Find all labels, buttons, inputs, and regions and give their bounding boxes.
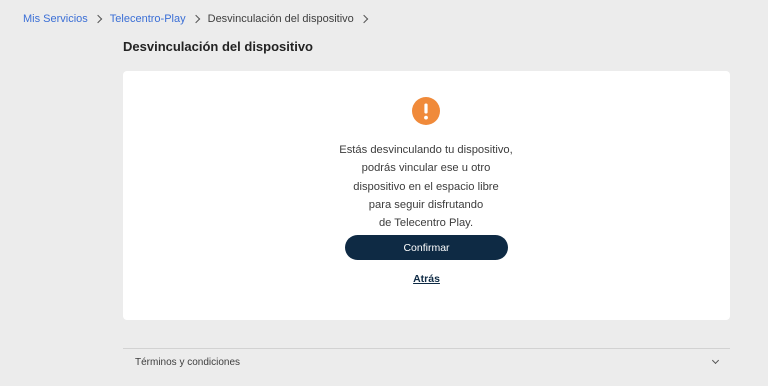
message-line: dispositivo en el espacio libre <box>353 180 499 193</box>
terms-label: Términos y condiciones <box>135 356 241 368</box>
message-line: de Telecentro Play. <box>378 217 474 230</box>
breadcrumb-telecentro-play[interactable]: Telecentro-Play <box>110 13 186 25</box>
page: Mis Servicios Telecentro-Play Desvincula… <box>0 0 768 386</box>
back-link[interactable]: Atrás <box>123 273 730 285</box>
message-line: podrás vincular ese u otro <box>361 162 491 175</box>
unlink-card: Estás desvinculando tu dispositivo, podr… <box>123 71 730 320</box>
breadcrumb-mis-servicios[interactable]: Mis Servicios <box>23 13 88 25</box>
page-title: Desvinculación del dispositivo <box>123 39 313 54</box>
chevron-right-icon <box>93 14 103 24</box>
exclamation-icon <box>412 97 440 125</box>
chevron-right-icon <box>191 14 200 24</box>
terms-accordion[interactable]: Términos y condiciones <box>123 348 730 375</box>
unlink-message: Estás desvinculando tu dispositivo, podr… <box>276 141 576 232</box>
chevron-right-icon <box>359 14 369 24</box>
confirm-button[interactable]: Confirmar <box>345 235 508 260</box>
chevron-down-icon <box>711 356 720 365</box>
breadcrumb-current: Desvinculación del dispositivo <box>207 13 354 25</box>
message-line: Estás desvinculando tu dispositivo, <box>339 144 513 156</box>
message-line: para seguir disfrutando <box>368 198 484 211</box>
breadcrumb: Mis Servicios Telecentro-Play Desvincula… <box>23 11 376 27</box>
